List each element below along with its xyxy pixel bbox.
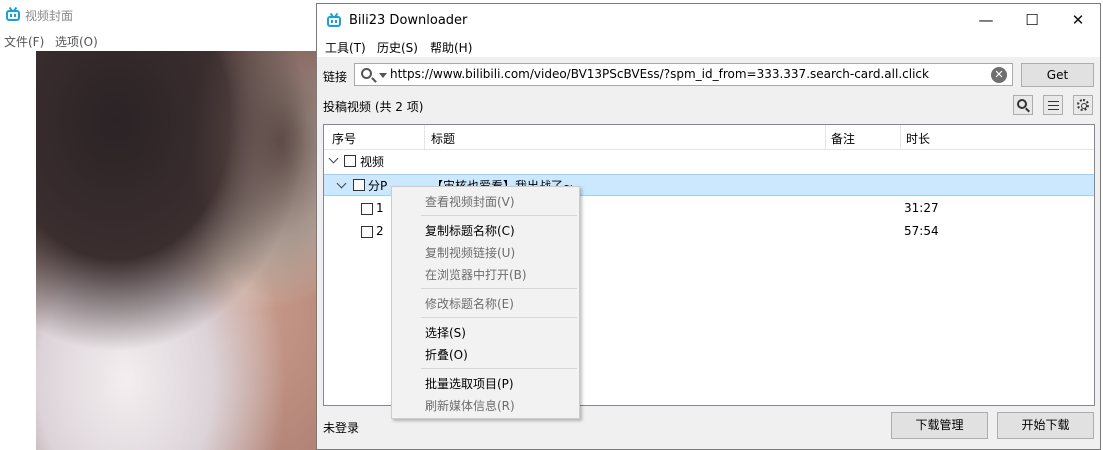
column-index[interactable]: 序号 (332, 130, 356, 147)
menu-divider (421, 317, 577, 318)
item-index: 1 (376, 201, 384, 215)
column-divider[interactable] (900, 125, 901, 149)
item-index: 2 (376, 224, 384, 238)
column-note[interactable]: 备注 (831, 130, 855, 147)
menu-item-copy-title[interactable]: 复制标题名称(C) (425, 222, 515, 239)
bilibili-logo-icon (6, 10, 20, 21)
cover-image-shadow (160, 51, 320, 311)
search-icon[interactable] (361, 68, 372, 79)
tree-row-root[interactable]: 视频 (324, 150, 1094, 172)
clear-icon[interactable]: ✕ (991, 67, 1007, 83)
menu-item-collapse[interactable]: 折叠(O) (425, 346, 468, 363)
bilibili-logo-icon (327, 16, 341, 27)
tree-label: 分P (368, 179, 388, 193)
cover-menu-options[interactable]: 选项(O) (55, 33, 98, 50)
menu-item-open-browser[interactable]: 在浏览器中打开(B) (425, 266, 527, 283)
menu-item-copy-link[interactable]: 复制视频链接(U) (425, 244, 515, 261)
checkbox[interactable] (353, 179, 365, 191)
chevron-down-icon[interactable] (328, 153, 339, 164)
maximize-button[interactable]: ☐ (1009, 4, 1055, 36)
get-button[interactable]: Get (1021, 63, 1094, 87)
item-duration: 57:54 (904, 224, 939, 238)
checkbox[interactable] (361, 203, 373, 215)
search-icon[interactable] (1013, 95, 1033, 115)
menu-item-select[interactable]: 选择(S) (425, 324, 466, 341)
menu-divider (421, 215, 577, 216)
checkbox[interactable] (344, 155, 356, 167)
close-button[interactable]: ✕ (1055, 4, 1101, 36)
item-duration: 31:27 (904, 201, 939, 215)
menu-divider (421, 368, 577, 369)
tree-header: 序号 标题 备注 时长 (324, 125, 1094, 150)
column-title[interactable]: 标题 (431, 130, 455, 147)
column-divider[interactable] (424, 125, 425, 149)
menu-help[interactable]: 帮助(H) (430, 39, 472, 56)
cover-window-title: 视频封面 (25, 9, 74, 23)
downloader-titlebar: Bili23 Downloader — ☐ ✕ (317, 4, 1100, 36)
url-input-value[interactable]: https://www.bilibili.com/video/BV13PScBV… (390, 67, 929, 81)
menu-history[interactable]: 历史(S) (377, 39, 418, 56)
url-input[interactable]: https://www.bilibili.com/video/BV13PScBV… (354, 63, 1013, 86)
menu-item-refresh-media[interactable]: 刷新媒体信息(R) (425, 397, 515, 414)
downloader-menubar: 工具(T) 历史(S) 帮助(H) (317, 36, 1100, 57)
menu-item-rename[interactable]: 修改标题名称(E) (425, 295, 514, 312)
checkbox[interactable] (361, 226, 373, 238)
tree-label: 视频 (360, 155, 385, 169)
minimize-button[interactable]: — (963, 4, 1009, 36)
menu-divider (421, 288, 577, 289)
cover-menu-file[interactable]: 文件(F) (4, 33, 44, 50)
column-divider[interactable] (825, 125, 826, 149)
menu-item-batch-select[interactable]: 批量选取项目(P) (425, 375, 514, 392)
downloader-title: Bili23 Downloader (349, 13, 468, 28)
start-download-button[interactable]: 开始下载 (997, 412, 1094, 439)
list-icon[interactable] (1043, 95, 1063, 115)
context-menu: 查看视频封面(V) 复制标题名称(C) 复制视频链接(U) 在浏览器中打开(B)… (391, 186, 580, 419)
download-manager-button[interactable]: 下载管理 (891, 412, 988, 439)
login-status: 未登录 (323, 421, 360, 435)
menu-tools[interactable]: 工具(T) (325, 39, 366, 56)
chevron-down-icon[interactable] (379, 73, 387, 78)
column-duration[interactable]: 时长 (906, 130, 930, 147)
menu-item-view-cover[interactable]: 查看视频封面(V) (425, 193, 515, 210)
chevron-down-icon[interactable] (336, 178, 347, 189)
gear-icon[interactable] (1073, 95, 1093, 115)
link-label: 链接 (323, 70, 348, 84)
list-summary: 投稿视频 (共 2 项) (323, 100, 424, 114)
